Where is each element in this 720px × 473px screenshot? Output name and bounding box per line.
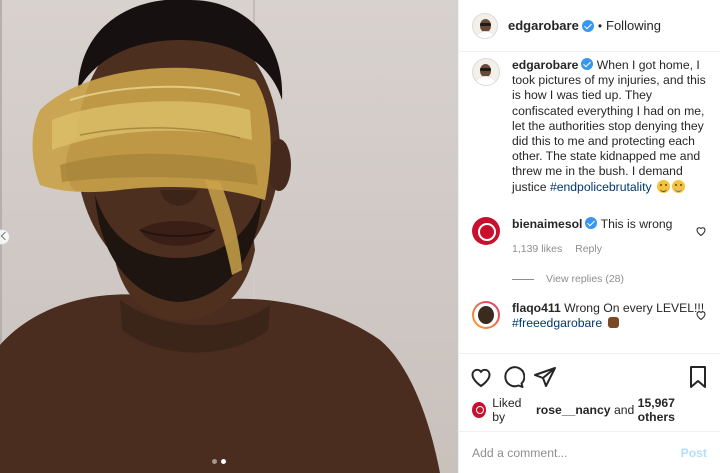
add-comment-bar: Post xyxy=(459,431,720,473)
action-bar xyxy=(459,353,720,399)
view-replies-label: View replies (28) xyxy=(546,273,625,286)
comment-body: flaqo411 Wrong On every LEVEL!!! #freeed… xyxy=(512,301,707,331)
view-replies-button[interactable]: View replies (28) xyxy=(512,273,707,285)
author-avatar[interactable] xyxy=(472,12,498,39)
comment-icon[interactable] xyxy=(501,365,525,389)
comment-item: bienaimesol This is wrong 1,139 likes Re… xyxy=(472,216,707,257)
heart-icon[interactable] xyxy=(469,365,493,389)
replies-line xyxy=(512,278,534,280)
caption-body: When I got home, I took pictures of my i… xyxy=(512,58,706,194)
share-icon[interactable] xyxy=(533,365,557,389)
carousel-dot-active xyxy=(221,459,226,464)
post-photo[interactable] xyxy=(0,0,458,473)
comment-meta: 1,139 likes Reply xyxy=(512,242,707,257)
comment-text: Wrong On every LEVEL!!! xyxy=(564,301,705,316)
carousel-dot xyxy=(212,459,217,464)
liked-by-and: and xyxy=(613,403,635,417)
caption-hashtag[interactable]: #endpolicebrutality xyxy=(550,180,652,194)
carousel-indicator xyxy=(212,459,226,464)
liked-by-prefix: Liked by xyxy=(492,396,522,424)
liker-username[interactable]: rose__nancy xyxy=(536,403,611,417)
post-comment-button[interactable]: Post xyxy=(681,446,707,460)
likes-count[interactable]: 15,967 others xyxy=(638,396,707,424)
caption-text: edgarobare When I got home, I took pictu… xyxy=(512,58,707,195)
chevron-left-icon xyxy=(0,231,10,241)
avatar-glasses xyxy=(480,68,491,71)
avatar-shirt xyxy=(476,76,495,85)
small-heart-icon[interactable] xyxy=(695,225,707,237)
weary-face-icon xyxy=(656,179,670,193)
comment-item: flaqo411 Wrong On every LEVEL!!! #freeed… xyxy=(472,301,707,331)
avatar-shirt xyxy=(476,30,495,38)
verified-icon xyxy=(581,58,594,70)
crying-face-icon xyxy=(671,179,685,193)
comment-body: bienaimesol This is wrong 1,139 likes Re… xyxy=(512,216,707,257)
photo-subject xyxy=(0,0,440,473)
comment-text: This is wrong xyxy=(600,216,673,231)
post-sidebar: edgarobare • Following edgarobare When I… xyxy=(458,0,720,473)
small-heart-icon[interactable] xyxy=(695,309,707,321)
caption-avatar[interactable] xyxy=(472,58,500,86)
commenter-username[interactable]: bienaimesol xyxy=(512,217,582,231)
verified-icon xyxy=(585,216,598,229)
commenter-username[interactable]: flaqo411 xyxy=(512,301,561,315)
bookmark-icon[interactable] xyxy=(686,365,710,389)
verified-icon xyxy=(581,19,594,32)
caption-username[interactable]: edgarobare xyxy=(512,58,578,72)
commenter-avatar[interactable] xyxy=(472,301,500,330)
commenter-avatar[interactable] xyxy=(472,216,500,245)
avatar-inner xyxy=(474,303,498,328)
comment-likes[interactable]: 1,139 likes xyxy=(512,243,562,255)
following-button[interactable]: Following xyxy=(606,18,661,33)
author-username[interactable]: edgarobare xyxy=(508,18,579,33)
instagram-post: edgarobare • Following edgarobare When I… xyxy=(0,0,720,473)
header-separator: • xyxy=(597,18,603,33)
comment-hashtag[interactable]: #freeedgarobare xyxy=(512,316,602,330)
post-header: edgarobare • Following xyxy=(459,0,720,52)
post-caption: edgarobare When I got home, I took pictu… xyxy=(472,58,707,195)
raised-fist-icon xyxy=(607,317,619,329)
reply-button[interactable]: Reply xyxy=(575,243,602,255)
liker-avatar[interactable] xyxy=(472,402,487,418)
comment-input[interactable] xyxy=(472,445,681,460)
avatar-glasses xyxy=(480,22,491,26)
likes-summary: Liked by rose__nancy and 15,967 others xyxy=(459,396,720,424)
comments-section[interactable]: edgarobare When I got home, I took pictu… xyxy=(459,52,720,353)
